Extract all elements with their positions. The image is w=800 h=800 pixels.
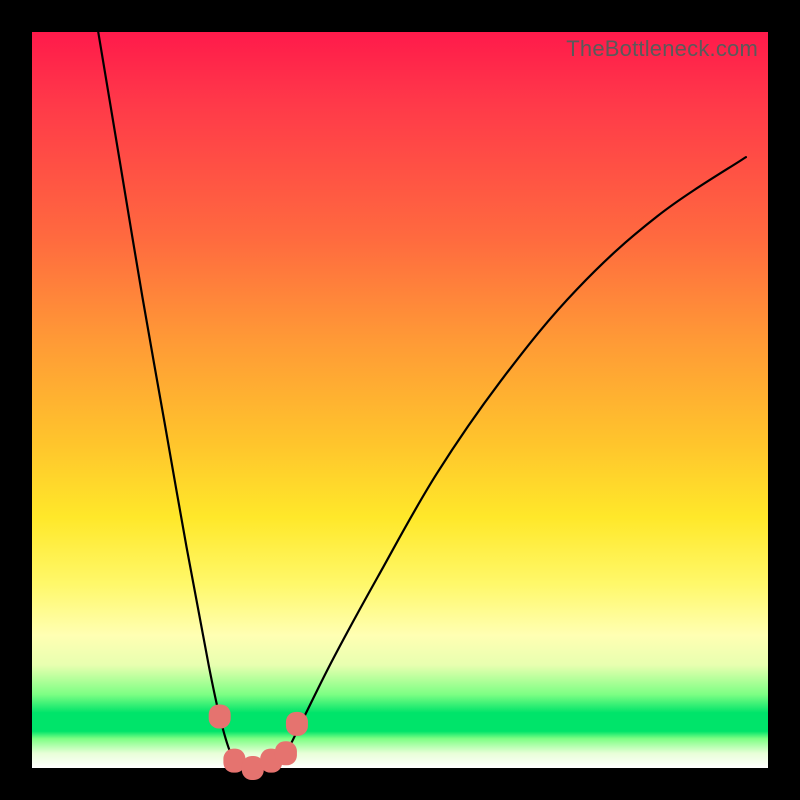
curve-left-branch — [98, 32, 242, 768]
highlighted-points — [209, 704, 308, 780]
curve-right-branch — [275, 157, 746, 768]
marker-point — [286, 712, 308, 736]
chart-frame: TheBottleneck.com — [0, 0, 800, 800]
chart-svg — [32, 32, 768, 768]
plot-area: TheBottleneck.com — [32, 32, 768, 768]
marker-point — [275, 741, 297, 765]
marker-point — [209, 704, 231, 728]
